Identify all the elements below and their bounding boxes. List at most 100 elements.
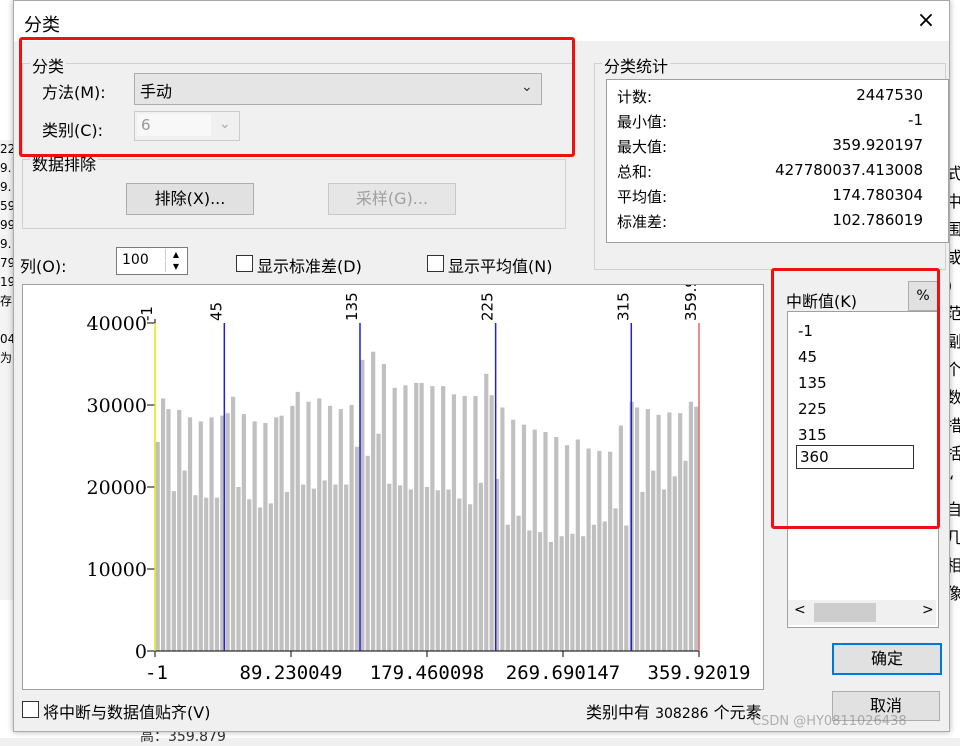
histogram-bar (597, 450, 602, 651)
ok-button[interactable]: 确定 (832, 643, 942, 675)
histogram-bar (166, 409, 171, 651)
columns-stepper[interactable]: 100 ▲ ▼ (116, 247, 188, 275)
stat-key: 计数: (617, 88, 653, 106)
histogram-bar (651, 470, 656, 651)
stat-row: 平均值: 174.780304 (617, 186, 923, 211)
histogram-bar (608, 451, 613, 651)
histogram-bar (236, 487, 241, 651)
y-tick-label: 30000 (87, 395, 147, 417)
histogram-bar (263, 423, 268, 651)
histogram-bar (408, 489, 413, 651)
histogram-bar (155, 441, 160, 651)
histogram-bar (182, 470, 187, 651)
highlight-box-breaks (771, 268, 940, 529)
stat-row: 最小值: -1 (617, 111, 923, 136)
y-tick-label: 10000 (87, 559, 147, 581)
histogram-bar (306, 401, 311, 651)
histogram-bar (214, 497, 220, 651)
histogram-bar (381, 364, 387, 651)
classification-dialog: 分类 × 分类 方法(M): 手动 ⌄ 类别(C): 6 ⌄ 数据排除 排除(X… (13, 0, 950, 732)
histogram-bar (160, 398, 166, 651)
stat-row: 标准差: 102.786019 (617, 211, 923, 236)
break-label: 135 (343, 292, 361, 321)
histogram-bar (694, 406, 699, 651)
histogram-bar (290, 405, 295, 651)
histogram-bar (419, 382, 424, 651)
histogram-bar (376, 433, 381, 651)
histogram-bar (543, 432, 548, 651)
x-tick-label: 269.690147 (506, 662, 620, 684)
histogram-bar (204, 497, 209, 651)
scroll-left-icon[interactable]: < (794, 602, 806, 618)
histogram-bar (634, 407, 640, 651)
histogram-bar (371, 351, 376, 651)
histogram-bar (441, 386, 446, 651)
stat-value: 2447530 (856, 86, 923, 104)
scrollbar-thumb[interactable] (814, 603, 876, 622)
histogram-bar (468, 504, 473, 651)
histogram-bar (247, 499, 252, 651)
histogram-bar (527, 530, 532, 651)
stat-row: 计数: 2447530 (617, 86, 923, 111)
histogram-bar (349, 405, 354, 651)
histogram-bar (317, 398, 322, 651)
histogram-bar (231, 396, 236, 651)
histogram-bar (656, 414, 661, 651)
x-tick-label: -1 (145, 662, 168, 684)
histogram-bar (564, 445, 570, 651)
stat-key: 平均值: (617, 188, 668, 206)
show-mean-checkbox[interactable] (427, 255, 444, 272)
horizontal-scrollbar[interactable]: < > (788, 600, 936, 625)
histogram-bar (516, 515, 521, 651)
histogram-bar (171, 491, 176, 651)
exclude-button[interactable]: 排除(X)... (126, 183, 254, 215)
histogram-bar (338, 409, 343, 651)
histogram-bar (532, 429, 537, 651)
histogram-bar (618, 425, 623, 651)
histogram-bar (678, 413, 683, 651)
histogram-bar (268, 503, 273, 651)
break-label: -1 (138, 306, 156, 321)
sample-button[interactable]: 采样(G)... (328, 183, 456, 215)
y-tick-label: 20000 (87, 477, 147, 499)
y-tick-label: 0 (135, 641, 147, 663)
watermark: CSDN @HY0811026438 (752, 714, 907, 729)
histogram-bar (462, 395, 467, 651)
histogram-bar (511, 419, 516, 651)
histogram-bar (392, 387, 397, 651)
histogram-bar (209, 417, 214, 651)
class-count-prefix: 类别中有 (586, 703, 651, 722)
histogram-bar (252, 421, 257, 651)
histogram-bar (538, 532, 543, 651)
histogram-bar (591, 524, 597, 651)
histogram-bar (333, 484, 338, 651)
histogram-bar (624, 525, 629, 651)
histogram-bar (365, 455, 370, 651)
histogram-bar (360, 359, 365, 651)
histogram-bar (500, 407, 505, 651)
histogram-bar (602, 521, 607, 651)
histogram-bar (446, 489, 451, 651)
histogram-bar (478, 482, 483, 651)
histogram-bar (225, 413, 230, 651)
histogram-panel[interactable]: 40000 30000 20000 10000 0 -1 89.230049 179.4600… (22, 230, 764, 690)
snap-checkbox[interactable] (22, 701, 39, 718)
show-std-checkbox[interactable] (236, 255, 253, 272)
histogram-bar (473, 395, 478, 651)
stat-key: 总和: (617, 163, 653, 181)
stat-key: 标准差: (617, 213, 668, 231)
class-count-text: 类别中有 308286 个元素 (586, 699, 762, 723)
scroll-right-icon[interactable]: > (922, 602, 934, 618)
stat-row: 最大值: 359.920197 (617, 136, 923, 161)
histogram-bar (397, 485, 403, 651)
columns-label: 列(O): (20, 257, 67, 276)
histogram-bar (187, 417, 193, 651)
break-label: 45 (207, 302, 225, 321)
histogram-bar (613, 508, 618, 651)
histogram-bar (672, 476, 677, 651)
close-icon[interactable]: × (912, 7, 940, 35)
stepper-up-icon[interactable]: ▲ (165, 249, 186, 260)
histogram-bar (575, 439, 580, 651)
stepper-down-icon[interactable]: ▼ (165, 261, 186, 272)
x-tick-label: 179.460098 (370, 662, 484, 684)
